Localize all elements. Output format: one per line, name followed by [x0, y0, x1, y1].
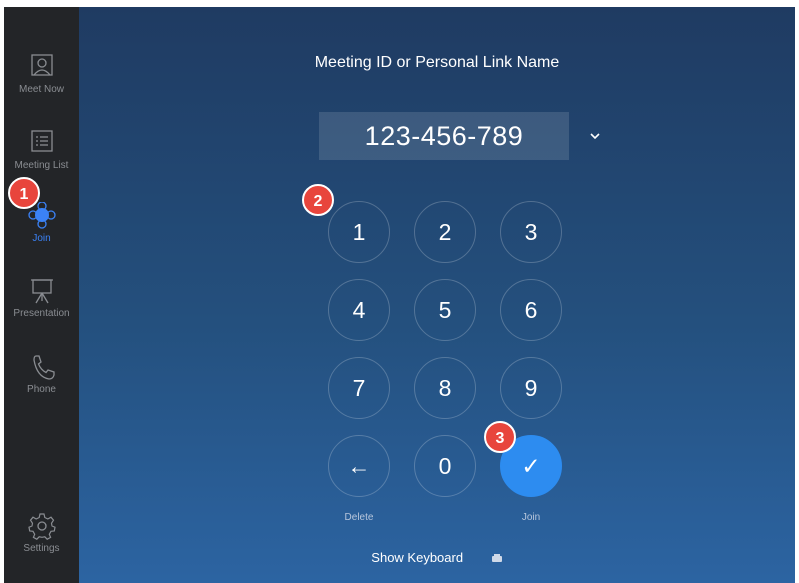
show-keyboard-label: Show Keyboard	[371, 550, 464, 565]
step-badge-2: 2	[302, 184, 334, 216]
keypad-key-3[interactable]: 3	[500, 201, 562, 263]
keypad-key-1[interactable]: 1	[328, 201, 390, 263]
sidebar-item-settings[interactable]: Settings	[4, 512, 79, 554]
step-badge-3: 3	[484, 421, 516, 453]
sidebar-item-label: Meeting List	[14, 160, 69, 171]
keypad-key-6[interactable]: 6	[500, 279, 562, 341]
sidebar-item-label: Meet Now	[18, 84, 64, 95]
keyboard-icon	[491, 553, 502, 562]
meeting-id-input[interactable]: 123-456-789	[319, 112, 569, 160]
sidebar-item-label: Join	[32, 233, 51, 244]
step-badge-1: 1	[8, 177, 40, 209]
keypad-key-7[interactable]: 7	[328, 357, 390, 419]
join-panel: Meeting ID or Personal Link Name 123-456…	[79, 7, 795, 583]
keypad-key-8[interactable]: 8	[414, 357, 476, 419]
keypad-key-5[interactable]: 5	[414, 279, 476, 341]
delete-button[interactable]: ←	[328, 435, 390, 497]
phone-icon	[32, 355, 55, 380]
keypad-key-2[interactable]: 2	[414, 201, 476, 263]
presentation-icon	[30, 279, 53, 304]
sidebar-item-presentation[interactable]: Presentation	[4, 277, 79, 319]
chevron-down-icon[interactable]	[583, 124, 607, 148]
list-icon	[30, 130, 53, 152]
keypad-key-9[interactable]: 9	[500, 357, 562, 419]
sidebar-item-meet-now[interactable]: Meet Now	[4, 53, 79, 95]
sidebar-item-label: Settings	[23, 543, 60, 554]
gear-icon	[27, 513, 56, 540]
sidebar-item-phone[interactable]: Phone	[4, 353, 79, 395]
show-keyboard-link[interactable]: Show Keyboard	[79, 550, 795, 565]
sidebar-item-meeting-list[interactable]: Meeting List	[4, 129, 79, 171]
app-window: Meet Now Meeting List Join Presentation …	[4, 7, 795, 583]
person-frame-icon	[30, 54, 53, 76]
sidebar: Meet Now Meeting List Join Presentation …	[4, 7, 79, 583]
delete-label: Delete	[344, 512, 374, 523]
sidebar-item-label: Presentation	[13, 308, 70, 319]
keypad-key-4[interactable]: 4	[328, 279, 390, 341]
sidebar-item-label: Phone	[27, 384, 56, 395]
keypad-key-0[interactable]: 0	[414, 435, 476, 497]
join-label: Join	[521, 512, 541, 523]
page-title: Meeting ID or Personal Link Name	[314, 54, 560, 71]
sidebar-item-join[interactable]: Join	[4, 202, 79, 244]
